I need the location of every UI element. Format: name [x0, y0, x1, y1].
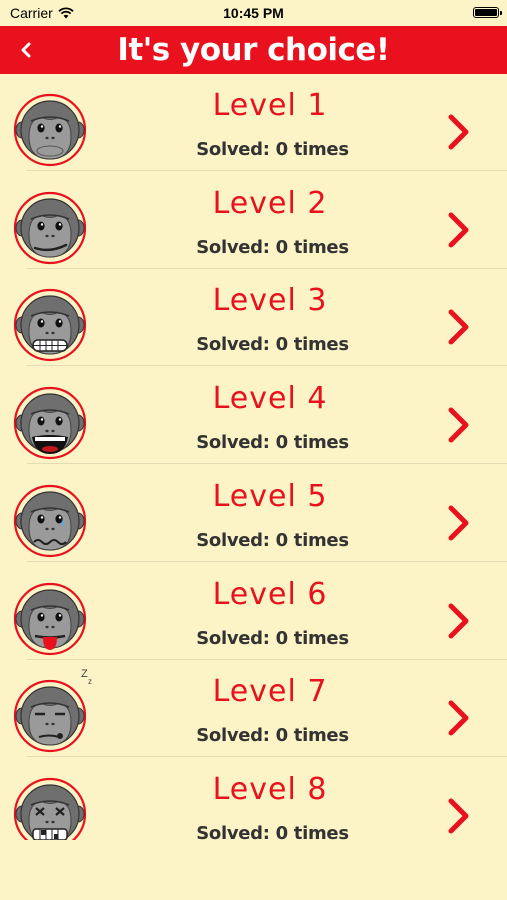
- battery-icon: [473, 7, 502, 18]
- solved-count: Solved: 0 times: [196, 236, 349, 258]
- monkey-laugh-icon: [13, 386, 87, 460]
- monkey-worried-icon: [13, 484, 87, 558]
- solved-count: Solved: 0 times: [196, 432, 349, 454]
- chevron-right-icon[interactable]: [444, 112, 474, 152]
- chevron-right-icon[interactable]: [444, 796, 474, 836]
- solved-count: Solved: 0 times: [196, 139, 349, 160]
- level-title: Level 2: [212, 185, 328, 221]
- level-title: Level 4: [212, 381, 328, 417]
- chevron-right-icon[interactable]: [444, 601, 474, 641]
- monkey-tongue-icon: [13, 582, 87, 656]
- chevron-right-icon[interactable]: [444, 698, 474, 738]
- solved-count: Solved: 0 times: [196, 725, 349, 747]
- chevron-right-icon[interactable]: [444, 210, 474, 250]
- solved-count: Solved: 0 times: [196, 334, 349, 356]
- monkey-grin-icon: [13, 288, 87, 362]
- level-row[interactable]: Level 2 Solved: 0 times: [0, 172, 507, 269]
- level-title: Level 8: [212, 771, 328, 807]
- level-row[interactable]: Level 6 Solved: 0 times: [0, 563, 507, 660]
- monkey-sleepy-icon: Zz: [13, 668, 92, 753]
- level-title: Level 3: [212, 283, 328, 319]
- monkey-neutral-icon: [13, 93, 87, 167]
- level-list[interactable]: Level 1 Solved: 0 times Level 2 Solved: 0 t…: [0, 74, 507, 840]
- solved-count: Solved: 0 times: [196, 822, 349, 840]
- page-title: It's your choice!: [117, 32, 390, 68]
- level-title: Level 1: [212, 88, 328, 123]
- chevron-right-icon[interactable]: [444, 307, 474, 347]
- level-row[interactable]: Zz Level 7 Solved: 0 times: [0, 660, 507, 758]
- chevron-right-icon[interactable]: [444, 405, 474, 445]
- level-title: Level 7: [212, 674, 328, 710]
- level-row[interactable]: Level 5 Solved: 0 times: [0, 465, 507, 562]
- svg-text:z: z: [88, 677, 92, 686]
- level-row[interactable]: Level 1 Solved: 0 times: [0, 74, 507, 171]
- monkey-smirk-icon: [13, 191, 87, 265]
- chevron-right-icon[interactable]: [444, 503, 474, 543]
- nav-bar: It's your choice!: [0, 26, 507, 74]
- status-bar: Carrier 10:45 PM: [0, 0, 507, 26]
- level-title: Level 5: [212, 478, 328, 514]
- level-row[interactable]: Level 4 Solved: 0 times: [0, 367, 507, 465]
- level-row[interactable]: Level 3 Solved: 0 times: [0, 269, 507, 367]
- svg-text:Z: Z: [81, 668, 88, 680]
- monkey-dizzy-icon: [13, 777, 87, 840]
- status-time: 10:45 PM: [223, 5, 284, 21]
- solved-count: Solved: 0 times: [196, 529, 349, 551]
- solved-count: Solved: 0 times: [196, 627, 349, 649]
- level-title: Level 6: [212, 576, 328, 612]
- level-row[interactable]: Level 8 Solved: 0 times: [0, 758, 507, 840]
